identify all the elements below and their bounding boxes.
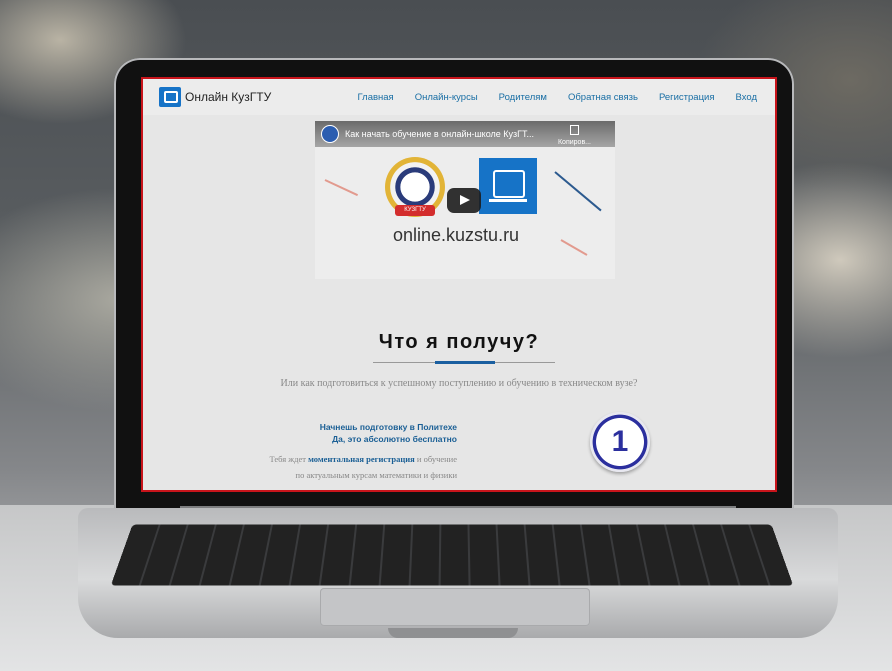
registration-link[interactable]: моментальная регистрация bbox=[308, 454, 415, 464]
feature-heading-line: Да, это абсолютно бесплатно bbox=[332, 434, 457, 444]
video-title[interactable]: Как начать обучение в онлайн-школе КузГТ… bbox=[345, 129, 534, 139]
copy-link-button[interactable]: Копиров... bbox=[558, 125, 591, 147]
decor-line bbox=[554, 171, 602, 212]
section-subtitle: Или как подготовиться к успешному поступ… bbox=[280, 378, 638, 389]
video-title-bar: Как начать обучение в онлайн-школе КузГТ… bbox=[315, 121, 615, 147]
emblem-ribbon: КУЗГТУ bbox=[395, 205, 435, 216]
step-number-badge: 1 bbox=[590, 412, 650, 472]
copy-label: Копиров... bbox=[557, 139, 591, 146]
site-header: Онлайн КузГТУ Главная Онлайн-курсы Родит… bbox=[143, 79, 775, 115]
feature-text-prefix: Тебя ждет bbox=[269, 454, 309, 464]
menu-item-feedback[interactable]: Обратная связь bbox=[568, 92, 638, 103]
feature-heading-line: Начнешь подготовку в Политехе bbox=[319, 422, 457, 432]
laptop-notch bbox=[388, 628, 518, 638]
laptop-logo-icon bbox=[159, 87, 181, 107]
main-menu: Главная Онлайн-курсы Родителям Обратная … bbox=[358, 92, 757, 103]
menu-item-courses[interactable]: Онлайн-курсы bbox=[415, 92, 478, 103]
touchpad bbox=[320, 588, 590, 626]
keyboard bbox=[110, 524, 794, 586]
menu-item-parents[interactable]: Родителям bbox=[499, 92, 547, 103]
copy-icon bbox=[569, 125, 579, 135]
feature-text: Тебя ждет моментальная регистрация и обу… bbox=[270, 451, 457, 483]
online-school-icon bbox=[479, 158, 537, 214]
play-icon[interactable] bbox=[447, 188, 481, 213]
menu-item-home[interactable]: Главная bbox=[358, 92, 394, 103]
title-accent bbox=[435, 361, 495, 364]
menu-item-login[interactable]: Вход bbox=[736, 92, 758, 103]
section-title: Что я получу? bbox=[378, 331, 540, 353]
feature-text-line: по актуальным курсам математики и физики bbox=[295, 470, 457, 480]
channel-avatar[interactable] bbox=[321, 125, 339, 143]
site-brand[interactable]: Онлайн КузГТУ bbox=[159, 87, 271, 107]
decor-line bbox=[324, 179, 359, 197]
video-url-text: online.kuzstu.ru bbox=[393, 225, 520, 245]
feature-heading: Начнешь подготовку в Политехе Да, это аб… bbox=[320, 421, 457, 445]
feature-text-suffix: и обучение bbox=[414, 454, 457, 464]
laptop-screen: Онлайн КузГТУ Главная Онлайн-курсы Родит… bbox=[141, 77, 777, 492]
brand-name: Онлайн КузГТУ bbox=[185, 90, 272, 104]
video-embed[interactable]: КУЗГТУ online.kuzstu.ru Как начать обуче… bbox=[315, 121, 615, 279]
menu-item-registration[interactable]: Регистрация bbox=[659, 92, 715, 103]
decor-line bbox=[560, 239, 588, 256]
